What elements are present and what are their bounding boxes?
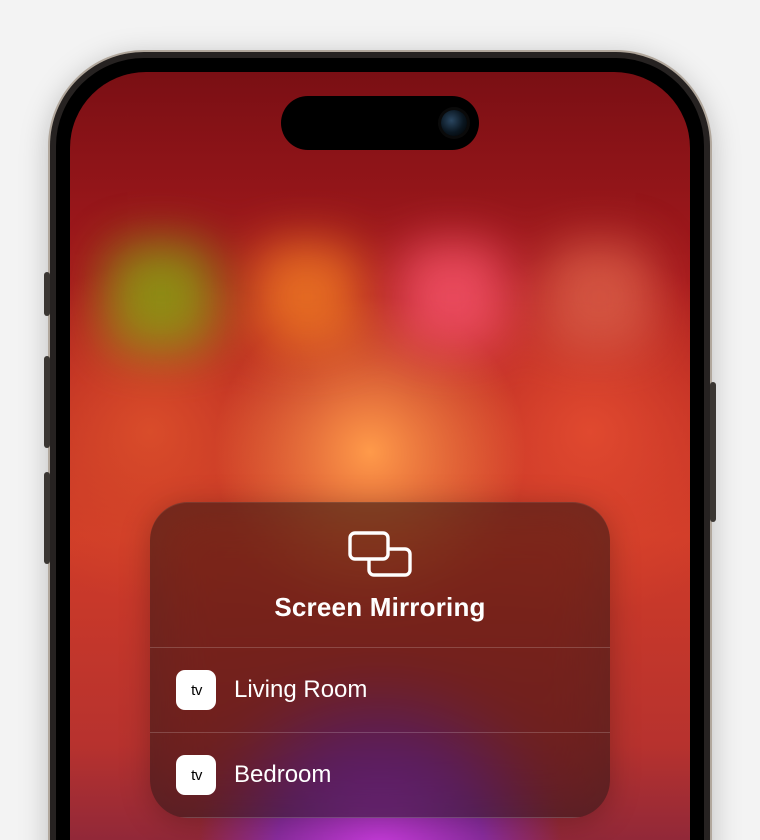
mute-switch[interactable] bbox=[44, 272, 50, 316]
blurred-home-screen bbox=[70, 222, 690, 372]
screen-mirroring-sheet: Screen Mirroring tv Living Room tv Bedro… bbox=[150, 502, 610, 818]
side-button[interactable] bbox=[710, 382, 716, 522]
device-row-bedroom[interactable]: tv Bedroom bbox=[150, 733, 610, 817]
iphone-screen: Screen Mirroring tv Living Room tv Bedro… bbox=[70, 72, 690, 840]
sheet-header: Screen Mirroring bbox=[150, 502, 610, 647]
iphone-hardware-frame: Screen Mirroring tv Living Room tv Bedro… bbox=[50, 52, 710, 840]
front-camera-icon bbox=[441, 110, 467, 136]
divider bbox=[150, 817, 610, 818]
sheet-title: Screen Mirroring bbox=[274, 592, 485, 623]
volume-down-button[interactable] bbox=[44, 472, 50, 564]
device-label: Bedroom bbox=[234, 761, 331, 789]
screen-mirroring-icon bbox=[347, 530, 413, 578]
device-label: Living Room bbox=[234, 676, 367, 704]
apple-tv-icon: tv bbox=[176, 755, 216, 795]
apple-tv-icon: tv bbox=[176, 670, 216, 710]
volume-up-button[interactable] bbox=[44, 356, 50, 448]
device-row-living-room[interactable]: tv Living Room bbox=[150, 648, 610, 732]
dynamic-island bbox=[281, 96, 479, 150]
